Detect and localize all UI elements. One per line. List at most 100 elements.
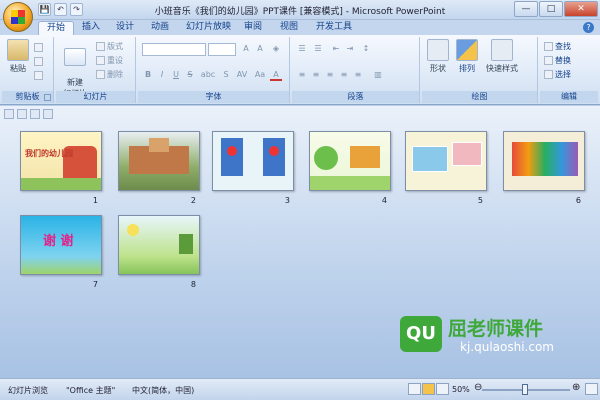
underline-button[interactable]: U bbox=[170, 69, 182, 81]
undo-icon[interactable]: ↶ bbox=[54, 3, 67, 16]
office-button[interactable] bbox=[3, 2, 33, 32]
layout-button[interactable]: 版式 bbox=[96, 41, 123, 52]
slide-thumbnail[interactable]: 谢 谢 bbox=[20, 215, 102, 275]
tab-home[interactable]: 开始 bbox=[38, 21, 75, 35]
format-painter-button[interactable] bbox=[34, 71, 43, 80]
distribute-icon[interactable]: ≡ bbox=[352, 69, 364, 81]
font-color-button[interactable]: A bbox=[270, 69, 282, 81]
minimize-button[interactable]: — bbox=[514, 1, 538, 17]
decrease-indent-icon[interactable]: ⇤ bbox=[330, 43, 342, 55]
line-spacing-icon[interactable]: ↕ bbox=[360, 43, 372, 55]
arrange-button[interactable]: 排列 bbox=[454, 39, 480, 74]
italic-button[interactable]: I bbox=[156, 69, 168, 81]
cut-button[interactable] bbox=[34, 43, 43, 52]
bold-button[interactable]: B bbox=[142, 69, 154, 81]
save-icon[interactable]: 💾 bbox=[38, 3, 51, 16]
layout-icon bbox=[96, 42, 105, 51]
status-bar: 幻灯片浏览 "Office 主题" 中文(简体，中国) 50% ⊖ ⊕ bbox=[0, 378, 600, 400]
dialog-launcher-icon[interactable] bbox=[44, 94, 51, 101]
maximize-button[interactable]: □ bbox=[539, 1, 563, 17]
tab-developer[interactable]: 开发工具 bbox=[308, 21, 360, 35]
replace-icon bbox=[544, 56, 553, 65]
increase-indent-icon[interactable]: ⇥ bbox=[344, 43, 356, 55]
copy-button[interactable] bbox=[34, 57, 43, 66]
slides-group: 新建 幻灯片 版式 重设 删除 幻灯片 bbox=[56, 37, 136, 103]
slide-thumbnail[interactable] bbox=[212, 131, 294, 191]
help-icon[interactable]: ? bbox=[583, 22, 594, 33]
shadow-button[interactable]: abc bbox=[198, 69, 218, 81]
justify-icon[interactable]: ≡ bbox=[338, 69, 350, 81]
bullets-icon[interactable]: ☰ bbox=[296, 43, 308, 55]
slide-thumbnail[interactable] bbox=[118, 215, 200, 275]
find-button[interactable]: 查找 bbox=[544, 41, 571, 52]
paste-button[interactable]: 粘贴 bbox=[6, 39, 30, 74]
font-size-combo[interactable] bbox=[208, 43, 236, 56]
normal-view-icon[interactable] bbox=[408, 383, 421, 395]
delete-button[interactable]: 删除 bbox=[96, 69, 123, 80]
case-button[interactable]: Aa bbox=[252, 69, 268, 81]
slide-number: 7 bbox=[92, 280, 98, 289]
slide-thumbnail[interactable]: 我们的幼儿园 bbox=[20, 131, 102, 191]
slide-number: 1 bbox=[92, 196, 98, 205]
slide-title: 谢 谢 bbox=[43, 234, 74, 249]
font-name-combo[interactable] bbox=[142, 43, 206, 56]
tab-design[interactable]: 设计 bbox=[108, 21, 142, 35]
shrink-font-icon[interactable]: A bbox=[254, 43, 266, 55]
paragraph-group: ☰ ☰ ⇤ ⇥ ↕ ≡ ≡ ≡ ≡ ≡ ▥ 段落 bbox=[292, 37, 420, 103]
zoom-level[interactable]: 50% bbox=[452, 385, 470, 394]
zoom-out-icon[interactable]: ⊖ bbox=[474, 382, 482, 393]
undo-small-icon[interactable] bbox=[30, 109, 40, 119]
numbering-icon[interactable]: ☰ bbox=[312, 43, 324, 55]
align-left-icon[interactable]: ≡ bbox=[296, 69, 308, 81]
tab-review[interactable]: 审阅 bbox=[236, 21, 270, 35]
align-center-icon[interactable]: ≡ bbox=[310, 69, 322, 81]
slide-thumbnail[interactable] bbox=[309, 131, 391, 191]
ribbon: 粘贴 剪贴板 新建 幻灯片 版式 重设 删除 幻灯片 A A ◈ B I U S… bbox=[0, 35, 600, 105]
strike-button[interactable]: S bbox=[184, 69, 196, 81]
tab-slideshow[interactable]: 幻灯片放映 bbox=[178, 21, 239, 35]
quick-style-button[interactable]: 快速样式 bbox=[482, 39, 522, 74]
align-right-icon[interactable]: ≡ bbox=[324, 69, 336, 81]
binoculars-icon bbox=[544, 42, 553, 51]
delete-icon bbox=[96, 70, 105, 79]
copy-icon bbox=[34, 57, 43, 66]
font-group: A A ◈ B I U S abc S AV Aa A 字体 bbox=[138, 37, 290, 103]
tab-insert[interactable]: 插入 bbox=[74, 21, 108, 35]
tab-view[interactable]: 视图 bbox=[272, 21, 306, 35]
fit-window-icon[interactable] bbox=[585, 383, 598, 395]
grow-font-icon[interactable]: A bbox=[240, 43, 252, 55]
slide-thumbnail[interactable] bbox=[118, 131, 200, 191]
redo-icon[interactable]: ↷ bbox=[70, 3, 83, 16]
slides-group-label: 幻灯片 bbox=[56, 91, 135, 103]
outline-icon[interactable] bbox=[17, 109, 27, 119]
new-slide-icon bbox=[64, 48, 86, 66]
slide-number: 2 bbox=[190, 196, 196, 205]
editing-group-label: 编辑 bbox=[540, 91, 598, 103]
zoom-slider-thumb[interactable] bbox=[522, 384, 528, 395]
select-button[interactable]: 选择 bbox=[544, 69, 571, 80]
zoom-in-icon[interactable]: ⊕ bbox=[572, 382, 580, 393]
shadow-s-button[interactable]: S bbox=[220, 69, 232, 81]
font-group-label: 字体 bbox=[138, 91, 289, 103]
tab-animation[interactable]: 动画 bbox=[143, 21, 177, 35]
slide-number: 8 bbox=[190, 280, 196, 289]
slide-thumbnail[interactable] bbox=[405, 131, 487, 191]
reset-button[interactable]: 重设 bbox=[96, 55, 123, 66]
spacing-button[interactable]: AV bbox=[234, 69, 250, 81]
ribbon-tabs: 开始 插入 设计 动画 幻灯片放映 审阅 视图 开发工具 ? bbox=[0, 20, 600, 35]
slide-thumbnail[interactable] bbox=[503, 131, 585, 191]
drawing-group-label: 绘图 bbox=[422, 91, 537, 103]
editing-group: 查找 替换 选择 编辑 bbox=[540, 37, 598, 103]
slides-pane-icon[interactable] bbox=[4, 109, 14, 119]
redo-small-icon[interactable] bbox=[43, 109, 53, 119]
clear-format-icon[interactable]: ◈ bbox=[270, 43, 282, 55]
columns-icon[interactable]: ▥ bbox=[372, 69, 384, 81]
slideshow-view-icon[interactable] bbox=[436, 383, 449, 395]
close-button[interactable]: ✕ bbox=[564, 1, 598, 17]
sorter-view-icon[interactable] bbox=[422, 383, 435, 395]
replace-button[interactable]: 替换 bbox=[544, 55, 571, 66]
new-slide-button[interactable]: 新建 幻灯片 bbox=[60, 39, 90, 99]
shape-button[interactable]: 形状 bbox=[424, 39, 452, 74]
reset-icon bbox=[96, 56, 105, 65]
window-title: 小班音乐《我们的幼儿园》PPT课件 [兼容模式] - Microsoft Pow… bbox=[154, 7, 446, 17]
